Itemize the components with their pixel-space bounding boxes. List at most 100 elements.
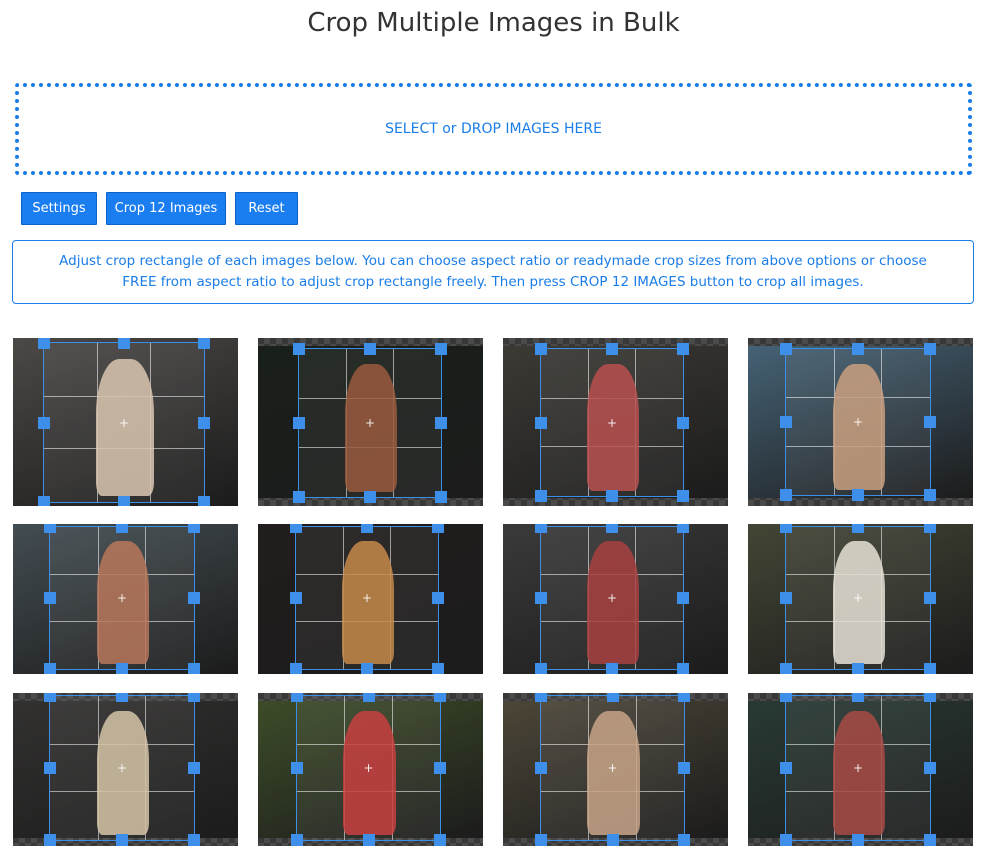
crop-handle-n[interactable] [852, 343, 864, 355]
crop-rectangle[interactable]: + [44, 693, 200, 846]
crop-rectangle[interactable]: + [38, 338, 210, 506]
crop-handle-nw[interactable] [535, 693, 547, 702]
crop-handle-se[interactable] [924, 834, 936, 846]
image-tile-woman-in-water-hat[interactable]: + [748, 693, 973, 846]
image-tile-woman-in-field[interactable]: + [503, 693, 728, 846]
crop-handle-w[interactable] [293, 417, 305, 429]
crop-handle-e[interactable] [188, 592, 200, 604]
image-tile-redhead-in-forest[interactable]: + [258, 338, 483, 506]
crop-handle-ne[interactable] [677, 343, 689, 355]
crop-rectangle[interactable]: + [290, 524, 444, 674]
crop-handle-e[interactable] [434, 762, 446, 774]
crop-handle-nw[interactable] [535, 524, 547, 533]
image-tile-girl-with-skates[interactable]: + [503, 524, 728, 674]
crop-rectangle[interactable]: + [535, 343, 689, 502]
crop-handle-nw[interactable] [780, 343, 792, 355]
crop-handle-n[interactable] [606, 343, 618, 355]
crop-rectangle[interactable]: + [535, 693, 690, 846]
reset-button[interactable]: Reset [235, 192, 298, 225]
crop-handle-s[interactable] [852, 834, 864, 846]
crop-handle-n[interactable] [364, 343, 376, 355]
crop-handle-sw[interactable] [780, 834, 792, 846]
crop-handle-w[interactable] [780, 762, 792, 774]
crop-handle-w[interactable] [290, 592, 302, 604]
crop-handle-ne[interactable] [198, 338, 210, 349]
crop-handle-ne[interactable] [188, 524, 200, 533]
crop-handle-nw[interactable] [780, 524, 792, 533]
crop-handle-n[interactable] [606, 693, 619, 702]
crop-handle-se[interactable] [434, 834, 446, 846]
crop-handle-sw[interactable] [780, 489, 792, 501]
crop-handle-sw[interactable] [291, 834, 303, 846]
image-tile-woman-jumping-beach[interactable]: + [748, 338, 973, 506]
crop-handle-se[interactable] [188, 663, 200, 674]
image-tile-woman-on-stairs[interactable]: + [13, 338, 238, 506]
crop-handle-n[interactable] [116, 693, 128, 702]
crop-handle-se[interactable] [198, 496, 210, 506]
crop-handle-s[interactable] [606, 490, 618, 502]
crop-rectangle[interactable]: + [780, 693, 936, 846]
crop-handle-s[interactable] [364, 491, 376, 503]
crop-handle-n[interactable] [606, 524, 618, 533]
settings-button[interactable]: Settings [21, 192, 97, 225]
crop-handle-ne[interactable] [924, 524, 936, 533]
crop-handle-ne[interactable] [188, 693, 200, 702]
crop-handle-w[interactable] [535, 592, 547, 604]
crop-handle-w[interactable] [535, 762, 547, 774]
crop-rectangle[interactable]: + [44, 524, 200, 674]
crop-handle-nw[interactable] [38, 338, 50, 349]
crop-handle-w[interactable] [780, 592, 792, 604]
crop-handle-e[interactable] [677, 592, 689, 604]
crop-handle-e[interactable] [198, 416, 210, 429]
crop-handle-se[interactable] [677, 663, 689, 674]
crop-handle-ne[interactable] [677, 524, 689, 533]
crop-handle-ne[interactable] [432, 524, 444, 533]
crop-handle-nw[interactable] [290, 524, 302, 533]
crop-handle-nw[interactable] [293, 343, 305, 355]
crop-handle-w[interactable] [44, 592, 56, 604]
crop-rectangle[interactable]: + [780, 524, 936, 674]
crop-handle-se[interactable] [435, 491, 447, 503]
crop-handle-sw[interactable] [780, 663, 792, 674]
crop-rectangle[interactable]: + [780, 343, 936, 501]
crop-handle-w[interactable] [44, 762, 56, 774]
crop-handle-s[interactable] [116, 834, 128, 846]
crop-handle-e[interactable] [435, 417, 447, 429]
crop-handle-se[interactable] [432, 663, 444, 674]
crop-handle-n[interactable] [118, 338, 130, 349]
crop-handle-s[interactable] [852, 663, 864, 674]
crop-handle-e[interactable] [924, 762, 936, 774]
crop-handle-e[interactable] [924, 416, 936, 428]
image-tile-two-kids-on-bridge[interactable]: + [503, 338, 728, 506]
crop-handle-sw[interactable] [290, 663, 302, 674]
crop-handle-nw[interactable] [535, 343, 547, 355]
image-tile-bob-haircut-portrait[interactable]: + [13, 524, 238, 674]
crop-handle-s[interactable] [361, 663, 373, 674]
crop-handle-s[interactable] [116, 663, 128, 674]
crop-handle-s[interactable] [606, 663, 618, 674]
crop-handle-se[interactable] [677, 490, 689, 502]
crop-handle-e[interactable] [678, 762, 690, 774]
crop-handle-ne[interactable] [678, 693, 690, 702]
crop-handle-w[interactable] [38, 416, 50, 429]
crop-handle-n[interactable] [116, 524, 128, 533]
crop-handle-sw[interactable] [535, 663, 547, 674]
crop-rectangle[interactable]: + [535, 524, 689, 674]
crop-handle-e[interactable] [924, 592, 936, 604]
crop-handle-ne[interactable] [924, 343, 936, 355]
crop-handle-w[interactable] [780, 416, 792, 428]
crop-handle-se[interactable] [678, 834, 690, 846]
crop-handle-sw[interactable] [44, 663, 56, 674]
crop-handle-e[interactable] [677, 416, 689, 429]
crop-handle-e[interactable] [188, 762, 200, 774]
crop-handle-s[interactable] [852, 489, 864, 501]
crop-images-button[interactable]: Crop 12 Images [106, 192, 226, 225]
image-tile-woman-with-white-tiger[interactable]: + [748, 524, 973, 674]
crop-handle-ne[interactable] [924, 693, 936, 702]
crop-handle-se[interactable] [924, 663, 936, 674]
crop-handle-ne[interactable] [434, 693, 446, 702]
crop-handle-se[interactable] [924, 489, 936, 501]
crop-handle-sw[interactable] [38, 496, 50, 506]
image-tile-woman-with-scarf[interactable]: + [13, 693, 238, 846]
crop-rectangle[interactable]: + [293, 343, 447, 503]
